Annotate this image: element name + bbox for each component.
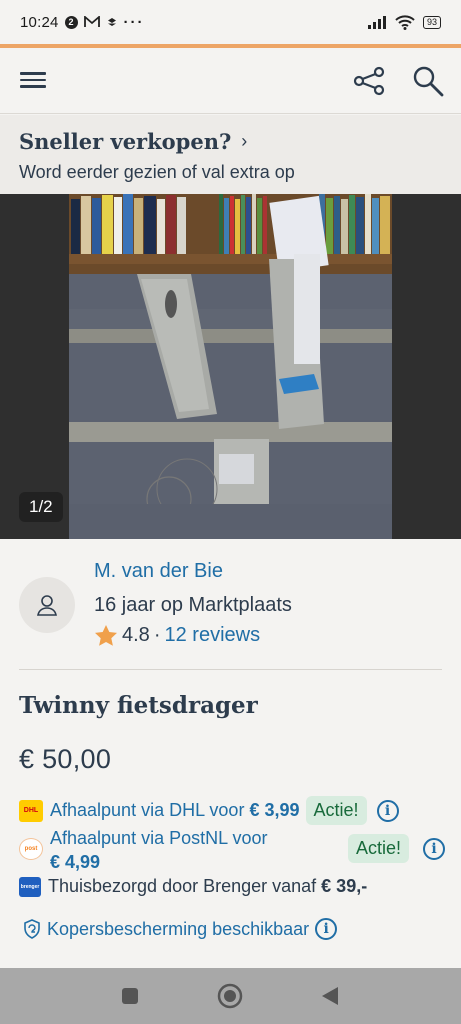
share-icon[interactable] bbox=[352, 64, 386, 98]
shipping-link-dhl[interactable]: Afhaalpunt via DHL voor € 3,99 bbox=[50, 800, 300, 821]
seller-section: M. van der Bie 16 jaar op Marktplaats 4.… bbox=[0, 554, 461, 670]
dhl-logo-icon: DHL bbox=[19, 799, 43, 822]
home-icon[interactable] bbox=[217, 983, 243, 1009]
more-notifications-icon: ··· bbox=[123, 13, 145, 31]
rating-separator: · bbox=[153, 624, 161, 646]
rating-value: 4.8 bbox=[122, 624, 150, 646]
notification-count-icon: 2 bbox=[64, 15, 78, 29]
info-icon[interactable]: i bbox=[315, 918, 338, 940]
promo-badge: Actie! bbox=[305, 796, 367, 825]
divider bbox=[19, 669, 442, 670]
status-time: 10:24 bbox=[20, 13, 59, 31]
promo-title: Sneller verkopen? › bbox=[19, 129, 441, 154]
promo-subtitle: Word eerder gezien of val extra op bbox=[19, 162, 295, 182]
shipping-option-brenger: brenger Thuisbezorgd door Brenger vanaf … bbox=[19, 876, 367, 897]
listing-title: Twinny fietsdrager bbox=[19, 692, 258, 719]
dropbox-icon bbox=[107, 18, 116, 26]
promo-title-text: Sneller verkopen? bbox=[19, 129, 232, 154]
listing-photo[interactable] bbox=[69, 194, 392, 539]
star-icon bbox=[95, 625, 117, 646]
seller-name-link[interactable]: M. van der Bie bbox=[94, 560, 223, 583]
hamburger-icon[interactable] bbox=[20, 68, 46, 92]
buyer-protection-link[interactable]: Kopersbescherming beschikbaar i bbox=[23, 918, 338, 940]
system-navigation-bar bbox=[0, 968, 461, 1024]
gmail-icon bbox=[83, 16, 100, 27]
wifi-icon bbox=[395, 14, 415, 30]
battery-icon: 93 bbox=[422, 15, 441, 29]
signal-icon bbox=[367, 16, 386, 29]
shipping-option-dhl: DHL Afhaalpunt via DHL voor € 3,99 Actie… bbox=[19, 796, 399, 825]
seller-rating: 4.8 · 12 reviews bbox=[94, 624, 260, 647]
shield-icon bbox=[24, 919, 40, 939]
promo-banner[interactable]: Sneller verkopen? › Word eerder gezien o… bbox=[0, 115, 461, 194]
shipping-option-postnl: post Afhaalpunt via PostNL voor € 4,99 Ac… bbox=[19, 826, 446, 874]
reviews-link[interactable]: 12 reviews bbox=[164, 624, 260, 647]
shipping-link-postnl[interactable]: Afhaalpunt via PostNL voor € 4,99 bbox=[50, 826, 312, 874]
brenger-logo-icon: brenger bbox=[19, 876, 41, 897]
app-bar bbox=[0, 48, 461, 114]
listing-price: € 50,00 bbox=[19, 744, 112, 774]
info-icon[interactable]: i bbox=[423, 838, 446, 860]
image-gallery[interactable]: 1/2 bbox=[0, 194, 461, 539]
info-icon[interactable]: i bbox=[376, 799, 399, 822]
search-icon[interactable] bbox=[411, 64, 445, 98]
shipping-text-brenger: Thuisbezorgd door Brenger vanaf € 39,- bbox=[48, 876, 368, 896]
chevron-right-icon: › bbox=[241, 131, 248, 151]
status-bar: 10:24 2 ··· 93 bbox=[0, 0, 461, 44]
user-icon bbox=[37, 595, 57, 616]
recent-apps-icon[interactable] bbox=[120, 986, 140, 1006]
postnl-logo-icon: post bbox=[19, 838, 43, 860]
promo-badge: Actie! bbox=[348, 834, 410, 863]
avatar[interactable] bbox=[19, 577, 75, 633]
back-icon[interactable] bbox=[320, 985, 340, 1007]
seller-membership: 16 jaar op Marktplaats bbox=[94, 594, 292, 616]
buyer-protection-label: Kopersbescherming beschikbaar bbox=[47, 918, 310, 939]
image-counter: 1/2 bbox=[19, 492, 63, 522]
